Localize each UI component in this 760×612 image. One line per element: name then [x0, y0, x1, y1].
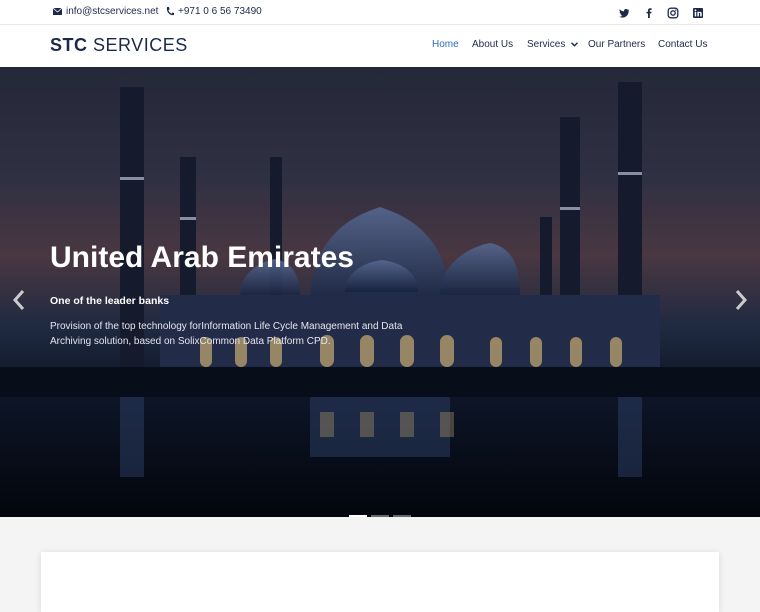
hero-overlay: [0, 67, 760, 517]
email-contact[interactable]: info@stcservices.net: [53, 6, 158, 17]
content-card: [41, 552, 719, 612]
nav-contact-us[interactable]: Contact Us: [658, 39, 707, 50]
slider-dot-1[interactable]: [349, 515, 367, 517]
logo-bold-text: STC: [50, 35, 88, 55]
slider-dot-3[interactable]: [393, 515, 411, 517]
slider-indicators: [349, 515, 411, 517]
hero-slider: United Arab Emirates One of the leader b…: [0, 67, 760, 517]
site-header: STC SERVICES Home About Us Services Our …: [0, 25, 760, 67]
slider-next-arrow[interactable]: [734, 289, 748, 311]
nav-our-partners[interactable]: Our Partners: [588, 39, 645, 50]
slider-dot-2[interactable]: [371, 515, 389, 517]
hero-title: United Arab Emirates: [50, 241, 354, 274]
chevron-left-icon: [12, 290, 25, 310]
logo-text: SERVICES: [87, 35, 188, 55]
top-bar: info@stcservices.net +971 0 6 56 73490: [0, 0, 760, 25]
twitter-icon[interactable]: [618, 6, 630, 18]
linkedin-icon[interactable]: [692, 6, 704, 18]
instagram-icon[interactable]: [667, 6, 679, 19]
facebook-icon[interactable]: [643, 6, 655, 18]
chevron-down-icon: [571, 42, 579, 47]
slider-prev-arrow[interactable]: [12, 289, 26, 311]
phone-icon: [166, 7, 174, 16]
phone-contact[interactable]: +971 0 6 56 73490: [166, 6, 262, 17]
hero-subtitle: One of the leader banks: [50, 295, 170, 307]
chevron-right-icon: [735, 290, 748, 310]
nav-services-label: Services: [527, 39, 566, 50]
nav-services[interactable]: Services: [527, 39, 579, 50]
nav-about-us[interactable]: About Us: [472, 39, 513, 50]
email-text: info@stcservices.net: [66, 6, 159, 17]
hero-description: Provision of the top technology forInfor…: [50, 321, 403, 347]
nav-home[interactable]: Home: [432, 39, 459, 50]
phone-text: +971 0 6 56 73490: [178, 6, 262, 17]
envelope-icon: [53, 8, 62, 15]
site-logo[interactable]: STC SERVICES: [50, 35, 188, 56]
